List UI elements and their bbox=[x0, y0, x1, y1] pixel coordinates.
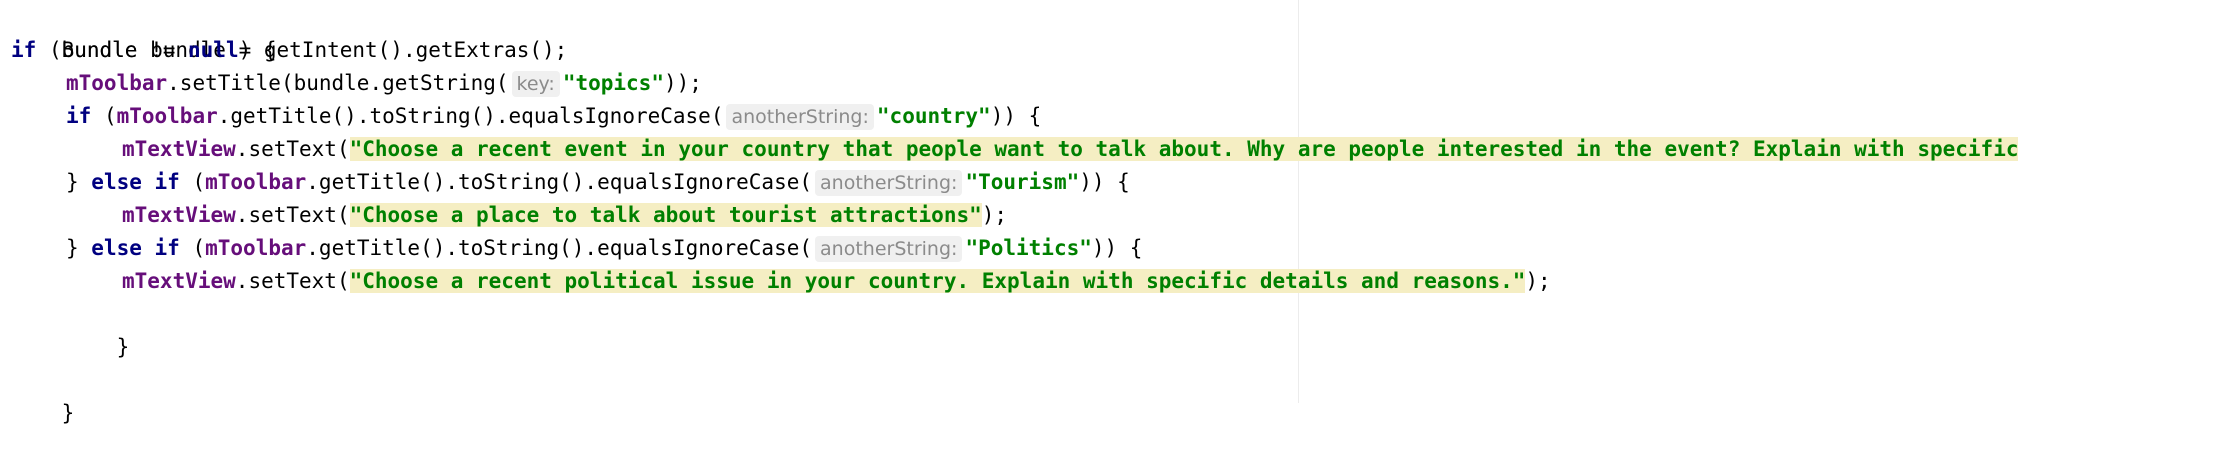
parameter-hint: anotherString: bbox=[815, 236, 963, 262]
keyword-null: null bbox=[188, 38, 239, 62]
code-line-2[interactable]: if (bundle != null) { bbox=[0, 34, 277, 67]
code-text: .getTitle().toString().equalsIgnoreCase( bbox=[306, 236, 813, 260]
field-mtextview: mTextView bbox=[122, 137, 236, 161]
code-text: .getTitle().toString().equalsIgnoreCase( bbox=[306, 170, 813, 194]
parameter-hint: key: bbox=[511, 71, 560, 97]
code-text: ( bbox=[91, 104, 117, 128]
closing-brace: } bbox=[66, 236, 92, 260]
string-literal: "topics" bbox=[562, 71, 664, 95]
code-line-12[interactable]: } bbox=[0, 364, 75, 425]
code-text: .getTitle().toString().equalsIgnoreCase( bbox=[217, 104, 724, 128]
string-literal: "Tourism" bbox=[965, 170, 1080, 194]
code-text: .setTitle(bundle.getString( bbox=[167, 71, 509, 95]
field-mtextview: mTextView bbox=[122, 269, 236, 293]
keyword-else: else bbox=[91, 236, 142, 260]
keyword-if: if bbox=[11, 38, 37, 62]
field-mtoolbar: mToolbar bbox=[116, 104, 218, 128]
code-text: )) { bbox=[1079, 170, 1130, 194]
field-mtextview: mTextView bbox=[122, 203, 236, 227]
code-text: )); bbox=[663, 71, 702, 95]
string-literal: "Politics" bbox=[965, 236, 1092, 260]
code-line-3[interactable]: mToolbar.setTitle(bundle.getString(key: "… bbox=[0, 67, 702, 100]
code-text: .setText( bbox=[235, 203, 350, 227]
parameter-hint: anotherString: bbox=[726, 104, 874, 130]
string-literal-highlighted: "Choose a place to talk about tourist at… bbox=[349, 203, 982, 227]
keyword-else: else bbox=[91, 170, 142, 194]
code-text: )) { bbox=[1091, 236, 1143, 260]
keyword-if: if bbox=[154, 236, 180, 260]
code-text: ( bbox=[179, 236, 206, 260]
code-text: ); bbox=[1525, 269, 1551, 293]
closing-brace: } bbox=[61, 401, 75, 425]
code-text: )) { bbox=[990, 104, 1042, 128]
code-text: .setText( bbox=[235, 137, 350, 161]
closing-brace: } bbox=[66, 170, 92, 194]
string-literal-highlighted: "Choose a recent event in your country t… bbox=[349, 137, 2019, 161]
string-literal-highlighted: "Choose a recent political issue in your… bbox=[349, 269, 1526, 293]
code-text: .setText( bbox=[235, 269, 350, 293]
code-editor[interactable]: Bundle bundle = getIntent().getExtras();… bbox=[0, 0, 2232, 425]
code-text: ) { bbox=[238, 38, 277, 62]
parameter-hint: anotherString: bbox=[815, 170, 963, 196]
field-mtoolbar: mToolbar bbox=[205, 236, 307, 260]
code-line-5[interactable]: mTextView.setText("Choose a recent event… bbox=[0, 133, 2019, 166]
code-text: ); bbox=[981, 203, 1008, 227]
string-literal: "country" bbox=[876, 104, 991, 128]
right-margin-guide bbox=[1298, 0, 1299, 403]
code-line-6[interactable]: } else if (mToolbar.getTitle().toString(… bbox=[0, 166, 1130, 199]
field-mtoolbar: mToolbar bbox=[66, 71, 168, 95]
code-line-7[interactable]: mTextView.setText("Choose a place to tal… bbox=[0, 199, 1007, 232]
code-line-4[interactable]: if (mToolbar.getTitle().toString().equal… bbox=[0, 100, 1041, 133]
code-line-10[interactable]: } bbox=[0, 298, 130, 359]
code-text: (bundle != bbox=[36, 38, 189, 62]
code-line-11[interactable] bbox=[0, 331, 11, 364]
code-line-9[interactable]: mTextView.setText("Choose a recent polit… bbox=[0, 265, 1551, 298]
code-text: ( bbox=[179, 170, 206, 194]
field-mtoolbar: mToolbar bbox=[205, 170, 307, 194]
keyword-if: if bbox=[154, 170, 180, 194]
closing-brace: } bbox=[116, 335, 130, 359]
code-line-1[interactable]: Bundle bundle = getIntent().getExtras(); bbox=[0, 1, 568, 62]
keyword-if: if bbox=[66, 104, 92, 128]
code-line-8[interactable]: } else if (mToolbar.getTitle().toString(… bbox=[0, 232, 1142, 265]
